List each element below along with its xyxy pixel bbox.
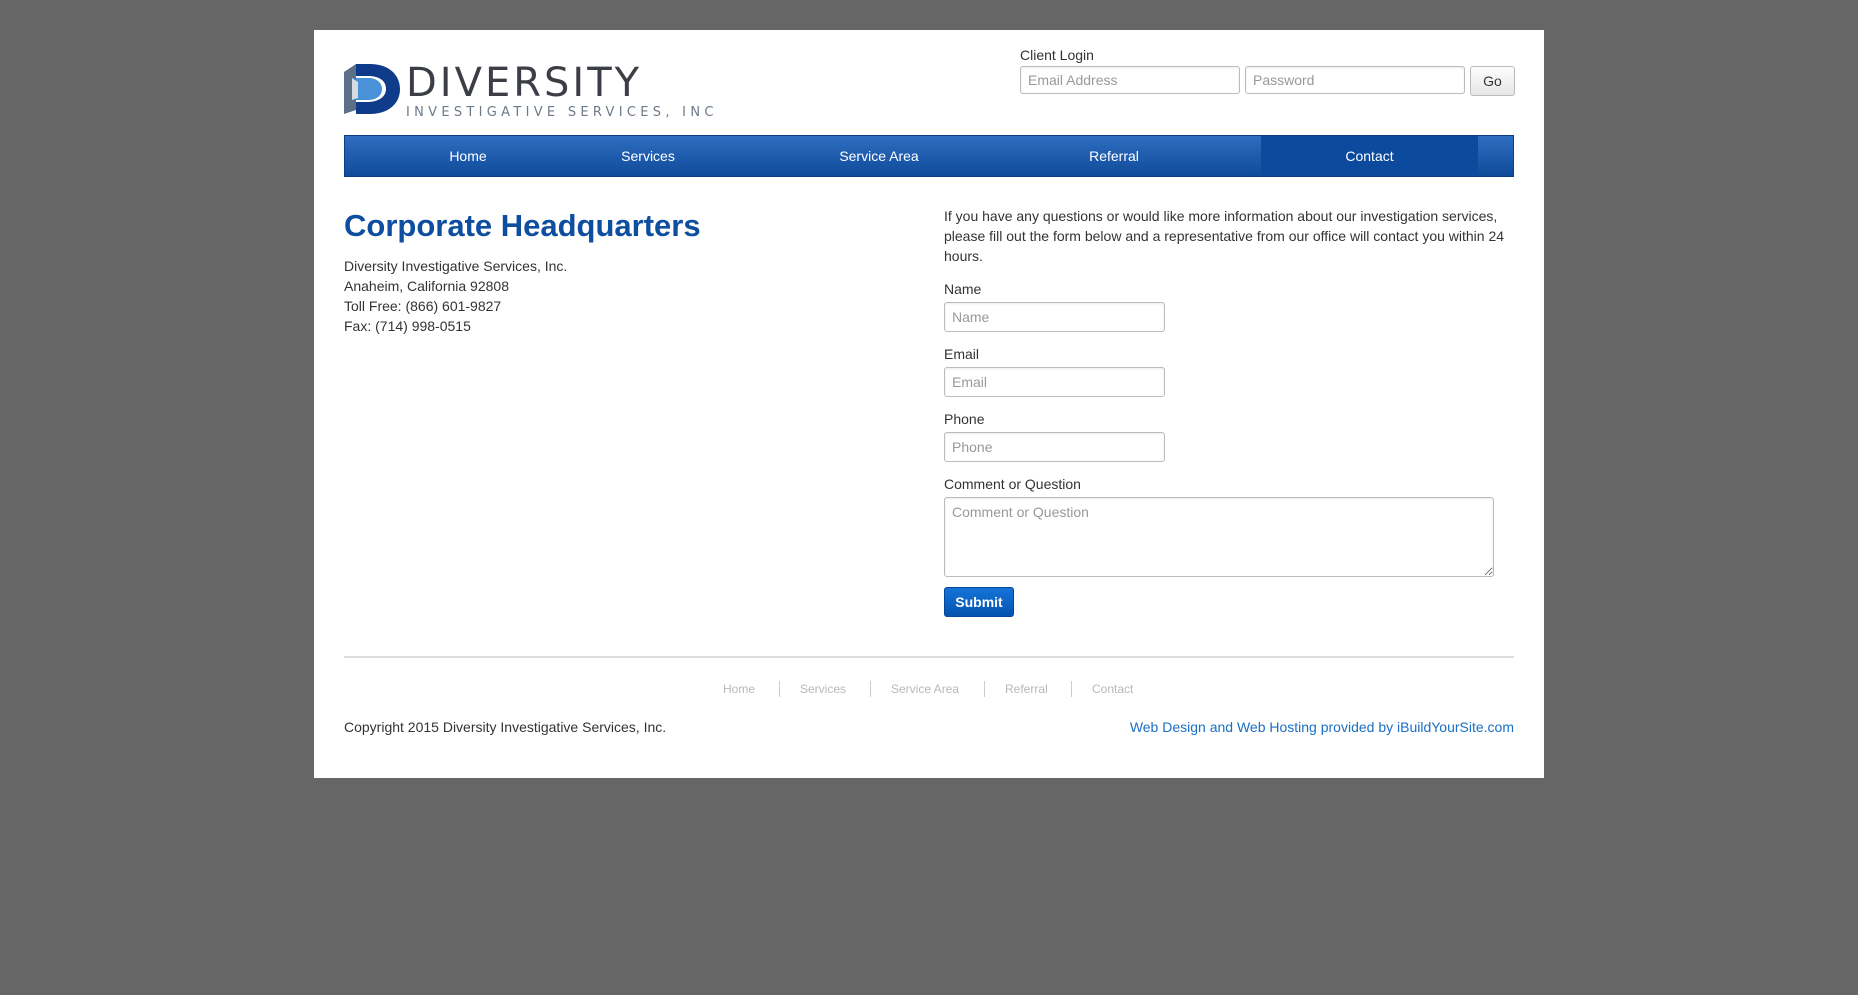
email-field[interactable] xyxy=(944,367,1165,397)
logo-wordmark: DIVERSITY xyxy=(406,60,642,106)
login-password-input[interactable] xyxy=(1245,66,1465,94)
name-field[interactable] xyxy=(944,302,1165,332)
address-city: Anaheim, California 92808 xyxy=(344,278,509,294)
copyright-text: Copyright 2015 Diversity Investigative S… xyxy=(344,719,667,735)
phone-label: Phone xyxy=(944,411,985,427)
nav-item-service-area[interactable]: Service Area xyxy=(756,136,1002,176)
footer-divider xyxy=(344,656,1514,658)
name-label: Name xyxy=(944,281,982,297)
web-design-credit-link[interactable]: Web Design and Web Hosting provided by i… xyxy=(1130,718,1514,736)
footer-separator xyxy=(984,681,985,697)
client-login: Client Login Go xyxy=(1020,46,1520,96)
footer-link-services[interactable]: Services xyxy=(800,680,846,698)
footer-link-service-area[interactable]: Service Area xyxy=(891,680,959,698)
footer-nav: Home Services Service Area Referral Cont… xyxy=(314,680,1544,698)
footer-separator xyxy=(1071,681,1072,697)
login-email-input[interactable] xyxy=(1020,66,1240,94)
nav-item-services[interactable]: Services xyxy=(525,136,771,176)
comment-field[interactable] xyxy=(944,497,1494,577)
page-container: DIVERSITY INVESTIGATIVE SERVICES, INC. C… xyxy=(314,30,1544,778)
page-title: Corporate Headquarters xyxy=(344,208,701,243)
address-fax: Fax: (714) 998-0515 xyxy=(344,318,471,334)
nav-item-referral[interactable]: Referral xyxy=(991,136,1237,176)
footer-link-referral[interactable]: Referral xyxy=(1005,680,1048,698)
nav-item-contact[interactable]: Contact xyxy=(1261,136,1478,176)
footer-separator xyxy=(779,681,780,697)
client-login-row: Go xyxy=(1020,66,1520,96)
form-intro: If you have any questions or would like … xyxy=(944,208,1505,264)
client-login-label: Client Login xyxy=(1020,47,1094,63)
company-logo[interactable]: DIVERSITY INVESTIGATIVE SERVICES, INC. xyxy=(344,58,714,120)
footer-separator xyxy=(870,681,871,697)
submit-button[interactable]: Submit xyxy=(944,587,1014,617)
logo-graphic: DIVERSITY INVESTIGATIVE SERVICES, INC. xyxy=(344,60,714,120)
login-go-button[interactable]: Go xyxy=(1470,66,1515,96)
main-nav: Home Services Service Area Referral Cont… xyxy=(344,135,1514,177)
headquarters-address: Diversity Investigative Services, Inc. A… xyxy=(344,256,567,336)
email-label: Email xyxy=(944,346,980,362)
logo-tagline: INVESTIGATIVE SERVICES, INC. xyxy=(406,105,714,120)
footer-link-home[interactable]: Home xyxy=(723,680,755,698)
address-toll-free: Toll Free: (866) 601-9827 xyxy=(344,298,502,314)
footer-link-contact[interactable]: Contact xyxy=(1092,680,1133,698)
address-company: Diversity Investigative Services, Inc. xyxy=(344,258,568,274)
phone-field[interactable] xyxy=(944,432,1165,462)
comment-label: Comment or Question xyxy=(944,476,1081,492)
